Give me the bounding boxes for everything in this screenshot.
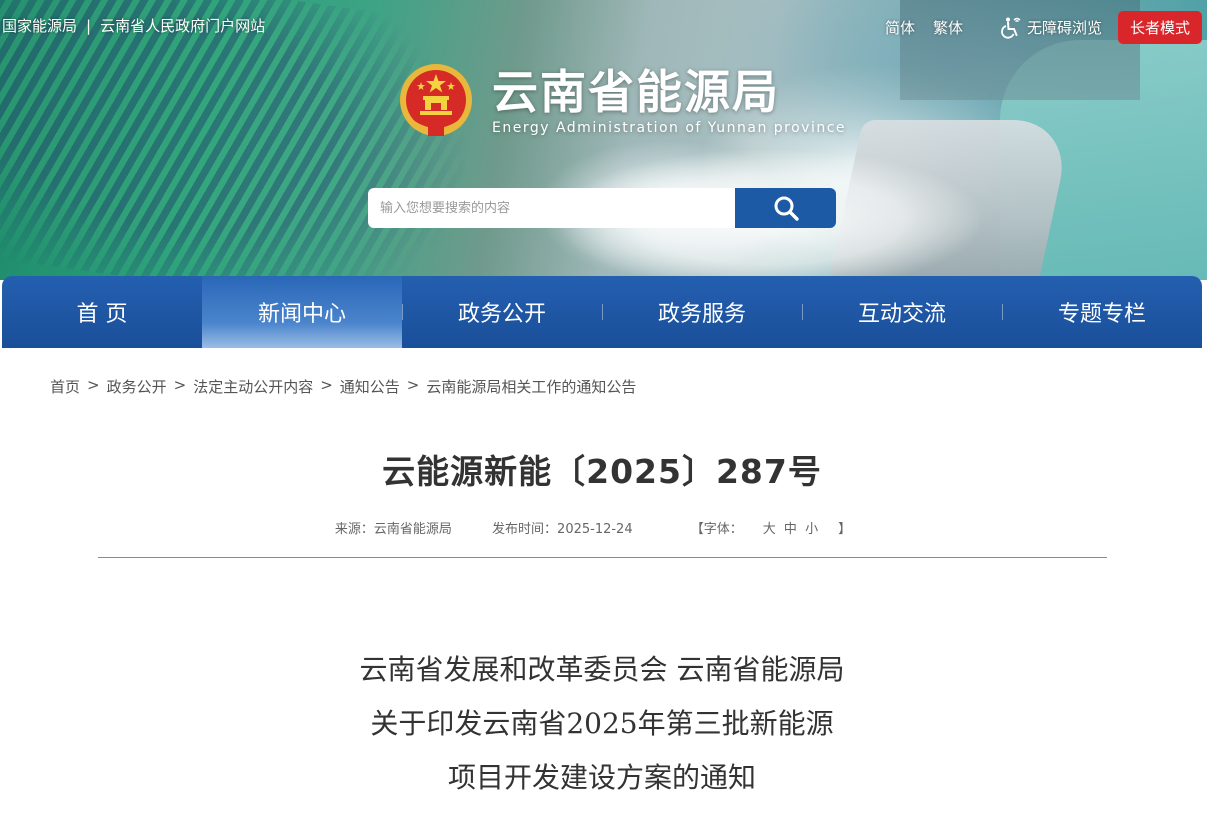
nav-item-news-center[interactable]: 新闻中心 <box>202 276 402 348</box>
wheelchair-icon <box>1001 17 1021 38</box>
article-heading-line: 项目开发建设方案的通知 <box>447 761 756 794</box>
nav-item-interaction[interactable]: 互动交流 <box>802 276 1002 348</box>
lang-simplified-button[interactable]: 简体 <box>885 17 915 38</box>
article-content: 首页 > 政务公开 > 法定主动公开内容 > 通知公告 > 云南能源局相关工作的… <box>2 348 1202 822</box>
article-source: 来源：云南省能源局 <box>334 522 452 537</box>
breadcrumb-separator: > <box>320 376 333 394</box>
title-divider <box>98 557 1107 558</box>
breadcrumb-statutory-disclosure[interactable]: 法定主动公开内容 <box>193 376 313 397</box>
accessibility-label: 无障碍浏览 <box>1026 19 1102 37</box>
nav-item-government-services[interactable]: 政务服务 <box>602 276 802 348</box>
nav-item-government-affairs[interactable]: 政务公开 <box>402 276 602 348</box>
main-nav: 首 页 新闻中心 政务公开 政务服务 互动交流 专题专栏 <box>2 276 1202 348</box>
link-national-energy-admin[interactable]: 国家能源局 <box>2 15 77 36</box>
site-name: 云南省能源局 Energy Administration of Yunnan p… <box>492 66 846 136</box>
breadcrumb-separator: > <box>87 376 100 394</box>
lang-traditional-button[interactable]: 繁体 <box>933 17 963 38</box>
page-title: 云能源新能〔2025〕287号 <box>382 452 822 491</box>
elder-mode-button[interactable]: 长者模式 <box>1117 11 1202 44</box>
search-button[interactable] <box>735 188 836 228</box>
article-heading-line: 云南省发展和改革委员会 云南省能源局 <box>359 653 845 686</box>
nav-item-special-topics[interactable]: 专题专栏 <box>1002 276 1202 348</box>
font-size-small-button[interactable]: 小 <box>805 522 818 537</box>
search-input[interactable] <box>368 188 735 228</box>
font-size-medium-button[interactable]: 中 <box>784 522 797 537</box>
article-heading-line: 关于印发云南省2025年第三批新能源 <box>370 707 834 740</box>
site-name-cn: 云南省能源局 <box>492 65 780 119</box>
article-heading: 云南省发展和改革委员会 云南省能源局 关于印发云南省2025年第三批新能源 项目… <box>2 643 1202 805</box>
font-size-prefix: 【字体： <box>690 522 743 537</box>
breadcrumb: 首页 > 政务公开 > 法定主动公开内容 > 通知公告 > 云南能源局相关工作的… <box>50 376 636 397</box>
article-meta: 来源：云南省能源局 发布时间：2025-12-24 【字体： 大 中 小 】 <box>2 518 1202 537</box>
font-size-suffix: 】 <box>838 522 852 537</box>
search-bar <box>368 188 836 228</box>
link-yunnan-gov-portal[interactable]: 云南省人民政府门户网站 <box>100 15 265 36</box>
breadcrumb-home[interactable]: 首页 <box>50 376 80 397</box>
breadcrumb-notices[interactable]: 通知公告 <box>340 376 400 397</box>
article-publish-time: 发布时间：2025-12-24 <box>492 522 633 537</box>
top-right-tools: 简体 繁体 无障碍浏览 长者模式 <box>885 11 1202 44</box>
breadcrumb-government-affairs[interactable]: 政务公开 <box>107 376 167 397</box>
national-emblem-icon <box>400 64 472 136</box>
accessibility-button[interactable]: 无障碍浏览 <box>999 16 1102 40</box>
site-logo[interactable]: 云南省能源局 Energy Administration of Yunnan p… <box>398 60 846 142</box>
search-icon <box>774 196 799 221</box>
breadcrumb-current[interactable]: 云南能源局相关工作的通知公告 <box>426 376 636 397</box>
site-name-en: Energy Administration of Yunnan province <box>492 120 847 136</box>
top-links: 国家能源局 | 云南省人民政府门户网站 <box>2 15 265 36</box>
top-links-separator: | <box>86 16 92 35</box>
header-banner: 国家能源局 | 云南省人民政府门户网站 简体 繁体 无障碍浏览 长者模式 云南省… <box>0 0 1207 280</box>
font-size-controls: 【字体： 大 中 小 】 <box>673 522 869 537</box>
breadcrumb-separator: > <box>173 376 187 394</box>
font-size-large-button[interactable]: 大 <box>763 522 776 537</box>
nav-item-home[interactable]: 首 页 <box>2 276 202 348</box>
breadcrumb-separator: > <box>406 376 420 394</box>
